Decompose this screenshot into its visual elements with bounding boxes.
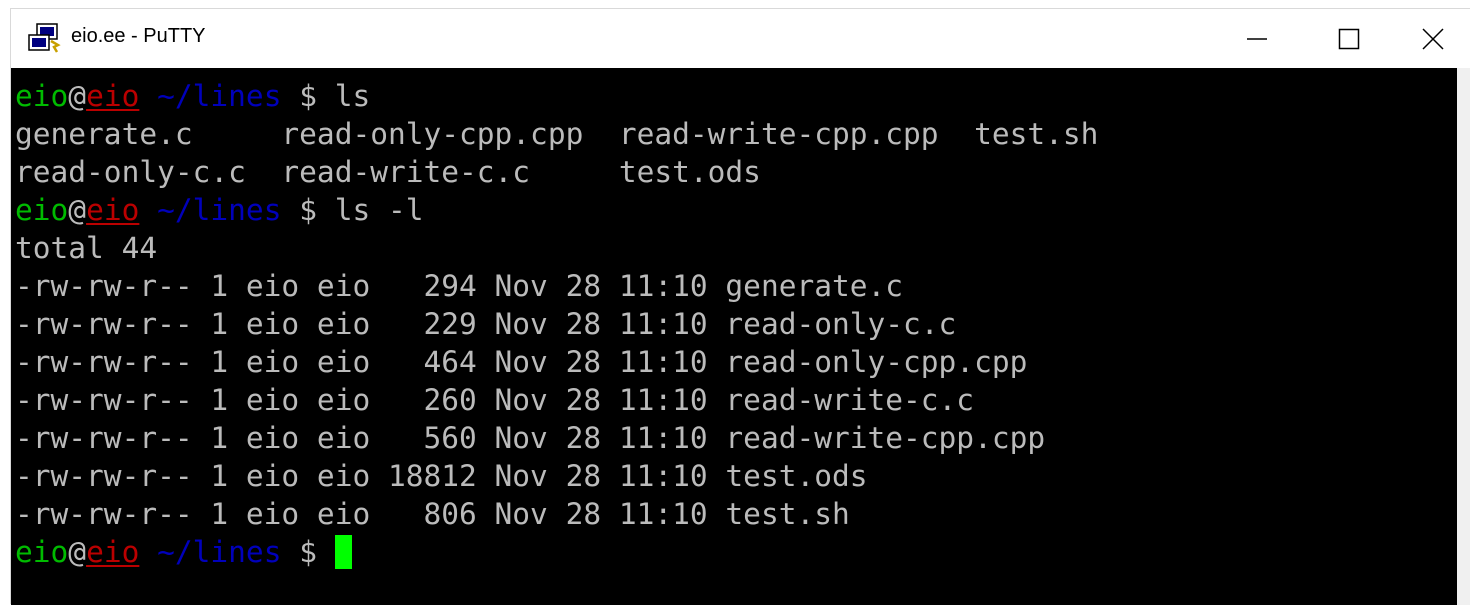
output-line: -rw-rw-r-- 1 eio eio 560 Nov 28 11:10 re… bbox=[15, 421, 1046, 455]
maximize-button[interactable] bbox=[1303, 9, 1395, 68]
output-line: read-only-c.c read-write-c.c test.ods bbox=[15, 155, 761, 189]
command-text: ls -l bbox=[334, 193, 424, 227]
close-icon bbox=[1421, 27, 1444, 50]
prompt-path: ~/lines bbox=[157, 193, 282, 227]
prompt-line: eio@eio ~/lines $ bbox=[15, 533, 352, 571]
terminal-cursor bbox=[334, 535, 352, 569]
prompt-path: ~/lines bbox=[157, 79, 282, 113]
window-title: eio.ee - PuTTY bbox=[71, 25, 206, 47]
prompt-symbol: $ bbox=[299, 193, 317, 227]
vertical-scrollbar[interactable] bbox=[1457, 68, 1470, 605]
output-line: -rw-rw-r-- 1 eio eio 260 Nov 28 11:10 re… bbox=[15, 383, 975, 417]
prompt-user: eio bbox=[15, 79, 69, 113]
prompt-path: ~/lines bbox=[157, 535, 282, 569]
prompt-symbol: $ bbox=[299, 79, 317, 113]
command-text: ls bbox=[334, 79, 371, 113]
prompt-host: eio bbox=[86, 79, 140, 113]
output-line: -rw-rw-r-- 1 eio eio 18812 Nov 28 11:10 … bbox=[15, 459, 868, 493]
prompt-line: eio@eio ~/lines $ ls bbox=[15, 77, 370, 115]
output-line: total 44 bbox=[15, 231, 158, 265]
terminal-screen[interactable]: eio@eio ~/lines $ ls generate.c read-onl… bbox=[15, 72, 1457, 601]
minimize-button[interactable] bbox=[1211, 9, 1303, 68]
prompt-at: @ bbox=[68, 535, 87, 569]
prompt-line: eio@eio ~/lines $ ls -l bbox=[15, 191, 424, 229]
putty-icon[interactable] bbox=[27, 23, 61, 53]
prompt-at: @ bbox=[68, 79, 87, 113]
prompt-user: eio bbox=[15, 193, 69, 227]
minimize-icon bbox=[1247, 37, 1267, 40]
close-button[interactable] bbox=[1395, 9, 1470, 68]
prompt-user: eio bbox=[15, 535, 69, 569]
terminal-frame: eio@eio ~/lines $ ls generate.c read-onl… bbox=[11, 68, 1470, 605]
prompt-at: @ bbox=[68, 193, 87, 227]
prompt-host: eio bbox=[86, 535, 140, 569]
prompt-host: eio bbox=[86, 193, 140, 227]
output-line: -rw-rw-r-- 1 eio eio 294 Nov 28 11:10 ge… bbox=[15, 269, 904, 303]
putty-window: eio.ee - PuTTY eio@eio ~/lines $ ls gene… bbox=[10, 8, 1470, 605]
prompt-symbol: $ bbox=[299, 535, 317, 569]
title-bar[interactable]: eio.ee - PuTTY bbox=[11, 9, 1470, 68]
output-line: generate.c read-only-cpp.cpp read-write-… bbox=[15, 117, 1099, 151]
maximize-icon bbox=[1338, 28, 1360, 49]
output-line: -rw-rw-r-- 1 eio eio 229 Nov 28 11:10 re… bbox=[15, 307, 957, 341]
output-line: -rw-rw-r-- 1 eio eio 806 Nov 28 11:10 te… bbox=[15, 497, 850, 531]
output-line: -rw-rw-r-- 1 eio eio 464 Nov 28 11:10 re… bbox=[15, 345, 1028, 379]
